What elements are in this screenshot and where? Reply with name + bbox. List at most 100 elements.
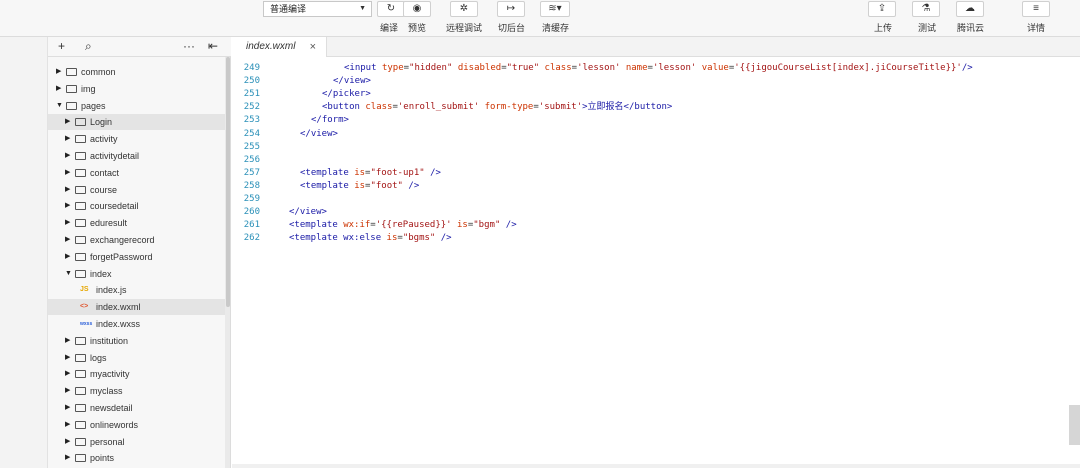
upload-label: 上传: [874, 23, 893, 33]
tree-folder-forgetpassword[interactable]: ▶ forgetPassword: [48, 249, 225, 265]
tree-folder-common[interactable]: ▶ common: [48, 64, 225, 80]
chevron-right-icon[interactable]: ▶: [65, 333, 70, 349]
tree-folder-onlinewords[interactable]: ▶ onlinewords: [48, 417, 225, 433]
chevron-right-icon[interactable]: ▶: [65, 400, 70, 416]
chevron-right-icon[interactable]: ▶: [65, 434, 70, 450]
details-label: 详情: [1027, 23, 1046, 33]
folder-icon: [75, 404, 86, 412]
chevron-right-icon[interactable]: ▶: [65, 417, 70, 433]
tree-file-index-wxml[interactable]: <> index.wxml: [48, 299, 225, 316]
folder-icon: [75, 202, 86, 211]
tab-label: index.wxml: [246, 41, 296, 52]
tree-folder-logs[interactable]: ▶ logs: [48, 350, 225, 366]
code-line: </view>: [289, 207, 327, 218]
tree-folder-img[interactable]: ▶ img: [48, 81, 225, 97]
tree-file-index-wxss[interactable]: wxss index.wxss: [48, 316, 225, 332]
editor-scroll-thumb[interactable]: [1069, 405, 1080, 445]
folder-icon: [75, 420, 86, 429]
tree-folder-myclass[interactable]: ▶ myclass: [48, 383, 225, 399]
tree-folder-myactivity[interactable]: ▶ myactivity: [48, 366, 225, 382]
code-line: <template wx:else is="bgms" />: [289, 233, 452, 244]
remote-debug-button[interactable]: ✲: [450, 1, 478, 17]
folder-icon: [75, 236, 86, 244]
tree-item-label: common: [81, 67, 116, 77]
chevron-right-icon[interactable]: ▶: [65, 165, 70, 181]
chevron-right-icon[interactable]: ▶: [65, 131, 70, 147]
tree-folder-index[interactable]: ▼ index: [48, 266, 225, 282]
chevron-down-icon[interactable]: ▼: [56, 98, 63, 114]
line-number: 259: [243, 194, 260, 204]
chevron-right-icon[interactable]: ▶: [65, 249, 70, 265]
details-button[interactable]: ≡: [1022, 1, 1050, 17]
tree-folder-activitydetail[interactable]: ▶ activitydetail: [48, 148, 225, 164]
tree-folder-login[interactable]: ▶ Login: [48, 114, 225, 131]
tree-folder-newsdetail[interactable]: ▶ newsdetail: [48, 400, 225, 416]
code-line: </view>: [300, 128, 338, 139]
compile-button[interactable]: ↻: [377, 1, 405, 17]
switch-background-button[interactable]: ↦: [497, 1, 525, 17]
chevron-right-icon[interactable]: ▶: [65, 114, 70, 130]
folder-icon: [75, 252, 86, 261]
clear-cache-button[interactable]: ≋▾: [540, 1, 570, 17]
collapse-icon[interactable]: ⇤: [208, 39, 218, 53]
add-file-icon[interactable]: +: [58, 39, 65, 53]
line-number: 251: [243, 89, 260, 100]
more-icon[interactable]: ···: [183, 39, 195, 53]
preview-button[interactable]: ◉: [403, 1, 431, 17]
tree-folder-pages[interactable]: ▼ pages: [48, 98, 225, 114]
chevron-right-icon[interactable]: ▶: [65, 182, 70, 198]
tree-folder-eduresult[interactable]: ▶ eduresult: [48, 215, 225, 231]
tree-folder-activity[interactable]: ▶ activity: [48, 131, 225, 147]
tree-folder-contact[interactable]: ▶ contact: [48, 165, 225, 181]
code-line: <template wx:if='{{rePaused}}' is="bgm" …: [289, 220, 517, 231]
chevron-right-icon[interactable]: ▶: [65, 350, 70, 366]
chevron-down-icon: ▼: [359, 5, 366, 12]
tree-item-label: exchangerecord: [90, 235, 155, 245]
code-editor[interactable]: 249 250 251 252 253 254 255 256 257 258 259 260 261 2…: [232, 57, 1080, 468]
test-button[interactable]: ⚗: [912, 1, 940, 17]
tree-file-index-js[interactable]: JS index.js: [48, 282, 225, 298]
tree-item-label: index.wxss: [96, 319, 141, 329]
compile-mode-value: 普通编译: [270, 4, 307, 14]
file-tree-scrollbar[interactable]: [225, 57, 231, 468]
upload-button[interactable]: ⇪: [868, 1, 896, 17]
tencent-cloud-button[interactable]: ☁: [956, 1, 984, 17]
chevron-right-icon[interactable]: ▶: [65, 383, 70, 399]
tree-folder-personal[interactable]: ▶ personal: [48, 434, 225, 450]
chevron-right-icon[interactable]: ▶: [65, 198, 70, 214]
chevron-right-icon[interactable]: ▶: [65, 366, 70, 382]
chevron-down-icon[interactable]: ▼: [65, 266, 72, 282]
chevron-right-icon[interactable]: ▶: [65, 232, 70, 248]
code-line: </view>: [333, 76, 371, 87]
chevron-right-icon[interactable]: ▶: [65, 450, 70, 466]
chevron-right-icon[interactable]: ▶: [56, 81, 61, 97]
tree-folder-points[interactable]: ▶ points: [48, 450, 225, 466]
file-tree-scroll-thumb[interactable]: [226, 57, 230, 307]
tree-item-label: index.wxml: [96, 302, 141, 313]
folder-icon: [75, 168, 86, 177]
tree-folder-institution[interactable]: ▶ institution: [48, 333, 225, 349]
tree-item-label: forgetPassword: [90, 251, 153, 262]
folder-icon: [75, 370, 86, 379]
eye-icon: ◉: [412, 3, 422, 14]
folder-icon: [66, 84, 77, 93]
tree-item-label: onlinewords: [90, 419, 139, 430]
editor-horizontal-scrollbar[interactable]: [232, 464, 1080, 468]
code-line: <template is="foot-up1" />: [300, 167, 441, 178]
close-icon[interactable]: ×: [310, 37, 316, 57]
upload-icon: ⇪: [877, 3, 887, 14]
tree-item-label: activity: [90, 134, 118, 145]
tree-folder-exchangerecord[interactable]: ▶ exchangerecord: [48, 232, 225, 248]
tree-folder-coursedetail[interactable]: ▶ coursedetail: [48, 198, 225, 214]
line-number: 252: [243, 102, 260, 113]
chevron-right-icon[interactable]: ▶: [56, 64, 61, 80]
tree-folder-course[interactable]: ▶ course: [48, 182, 225, 198]
folder-icon: [75, 437, 86, 446]
code-line: <button class='enroll_submit' form-type=…: [322, 102, 673, 113]
tab-index-wxml[interactable]: index.wxml ×: [232, 37, 327, 57]
chevron-right-icon[interactable]: ▶: [65, 215, 70, 231]
search-icon[interactable]: ⌕: [85, 39, 92, 54]
remote-debug-label: 远程调试: [446, 23, 483, 33]
compile-mode-select[interactable]: 普通编译 ▼: [263, 1, 372, 17]
chevron-right-icon[interactable]: ▶: [65, 148, 70, 164]
